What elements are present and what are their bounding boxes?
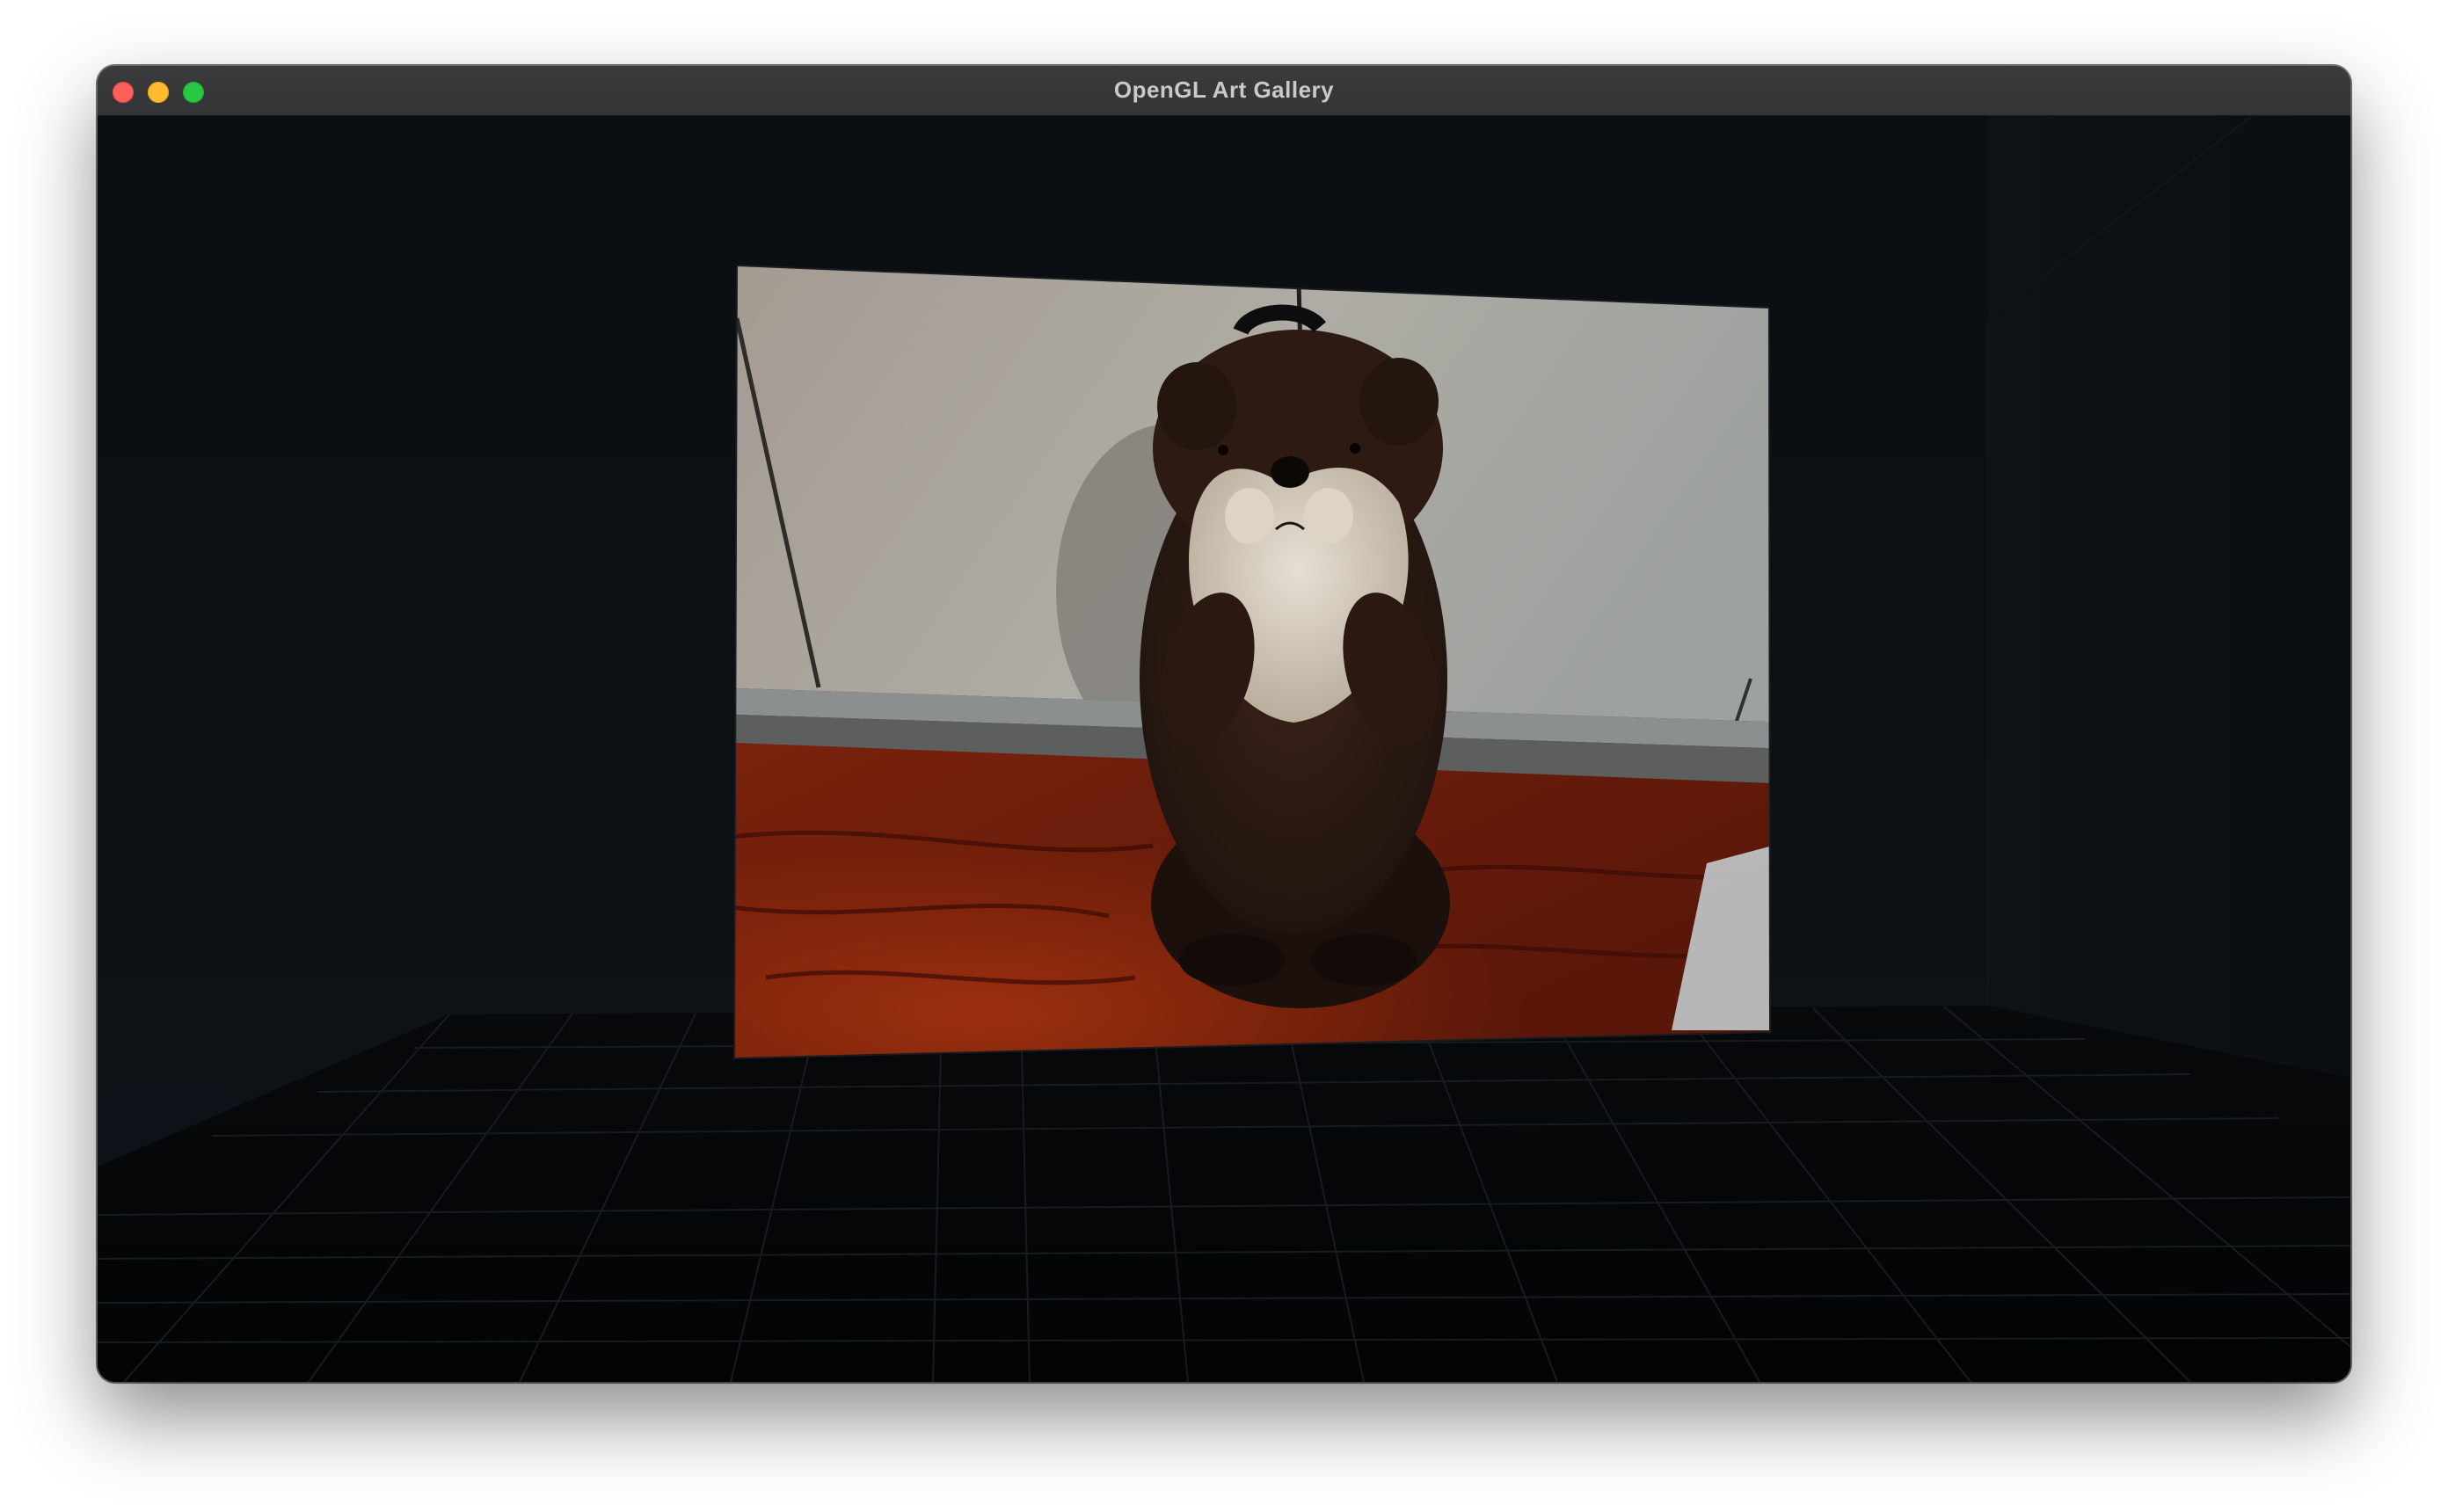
artwork-painting[interactable] bbox=[713, 248, 1795, 1083]
opengl-viewport[interactable] bbox=[98, 116, 2350, 1382]
otter-plush bbox=[1140, 304, 1450, 1008]
gallery-scene[interactable] bbox=[98, 116, 2350, 1382]
floor bbox=[98, 1006, 2350, 1382]
window-title: OpenGL Art Gallery bbox=[1113, 76, 1335, 103]
desktop: OpenGL Art Gallery bbox=[0, 0, 2448, 1512]
title-bar[interactable]: OpenGL Art Gallery bbox=[98, 66, 2350, 117]
right-wall bbox=[1988, 116, 2350, 1078]
app-window: OpenGL Art Gallery bbox=[98, 66, 2350, 1382]
